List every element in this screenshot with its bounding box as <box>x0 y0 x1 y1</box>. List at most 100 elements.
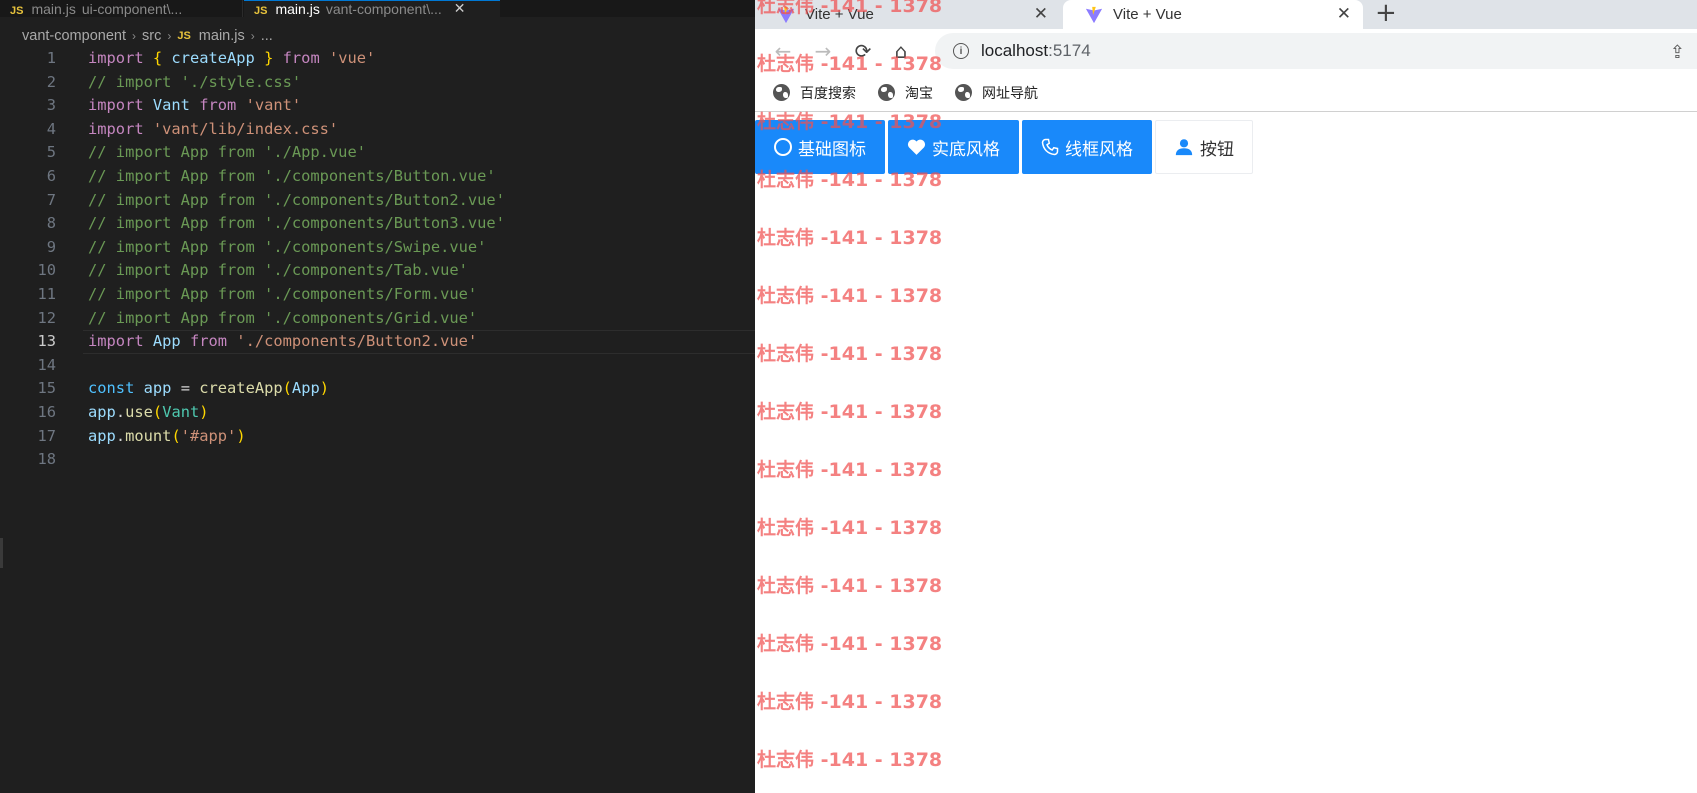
code-token: Vant <box>162 402 200 421</box>
code-token: // import App from './components/Button3… <box>88 214 505 233</box>
code-token: mount <box>125 426 172 445</box>
bookmark-item[interactable]: 淘宝 <box>878 83 933 103</box>
code-line[interactable]: 17 app.mount('#app') <box>0 425 755 449</box>
browser-toolbar: ← → ⟳ ⌂ i localhost:5174 ⇪ <box>755 29 1697 74</box>
button-label: 按钮 <box>1200 139 1234 160</box>
code-text: app.mount('#app') <box>88 425 246 449</box>
editor-tab-file: main.js <box>275 1 320 17</box>
close-icon[interactable]: ✕ <box>1034 4 1048 24</box>
breadcrumb-item[interactable]: src <box>142 28 161 44</box>
code-token: = <box>171 379 200 398</box>
code-token: app <box>88 402 116 421</box>
code-text: // import './style.css' <box>88 71 301 95</box>
code-token: // import App from './components/Button.… <box>88 166 496 185</box>
code-token: app <box>143 379 172 398</box>
url-text: localhost:5174 <box>981 41 1091 60</box>
bookmark-item[interactable]: 网址导航 <box>955 83 1038 103</box>
browser-tab[interactable]: Vite + Vue ✕ <box>755 0 1060 29</box>
editor-tab-main-js-ui[interactable]: JS main.js ui-component\... <box>0 0 243 17</box>
bookmarks-bar: 百度搜索 淘宝 网址导航 <box>755 74 1697 112</box>
line-number: 17 <box>37 426 56 445</box>
user-button[interactable]: 按钮 <box>1155 120 1253 174</box>
code-line[interactable]: 5 // import App from './App.vue' <box>0 141 755 165</box>
code-text: // import App from './components/Form.vu… <box>88 283 477 307</box>
breadcrumb-item[interactable]: main.js <box>199 28 245 44</box>
breadcrumb-item[interactable]: vant-component <box>22 28 126 44</box>
code-line[interactable]: 14 <box>0 354 755 378</box>
code-token: // import App from './components/Swipe.v… <box>88 237 487 256</box>
editor-tab-main-js-vant[interactable]: JS main.js vant-component\... ✕ <box>244 0 500 17</box>
line-number: 1 <box>46 49 56 67</box>
circle-icon <box>774 138 792 156</box>
editor-tab-folder: ui-component\... <box>81 1 183 17</box>
share-icon[interactable]: ⇪ <box>1670 42 1685 63</box>
code-line[interactable]: 4 import 'vant/lib/index.css' <box>0 118 755 142</box>
line-number: 7 <box>46 190 56 209</box>
globe-icon <box>955 84 972 101</box>
code-line[interactable]: 2 // import './style.css' <box>0 71 755 95</box>
code-line[interactable]: 18 <box>0 448 755 472</box>
outline-style-button[interactable]: 线框风格 <box>1022 120 1152 174</box>
code-text: import App from './components/Button2.vu… <box>88 330 477 354</box>
code-token: . <box>115 426 126 445</box>
code-token: from <box>180 332 237 351</box>
code-token: import <box>88 119 153 138</box>
back-arrow-icon[interactable]: ← <box>771 39 795 63</box>
code-line[interactable]: 1 import { createApp } from 'vue' <box>0 47 755 71</box>
info-icon[interactable]: i <box>953 43 969 59</box>
js-file-icon: JS <box>10 5 24 17</box>
new-tab-icon[interactable]: + <box>1375 0 1397 28</box>
reload-icon[interactable]: ⟳ <box>851 39 875 63</box>
code-line[interactable]: 8 // import App from './components/Button… <box>0 212 755 236</box>
close-icon[interactable]: ✕ <box>1337 4 1351 24</box>
home-icon[interactable]: ⌂ <box>889 39 913 63</box>
code-token: const <box>88 379 144 398</box>
code-line[interactable]: 6 // import App from './components/Button… <box>0 165 755 189</box>
code-token: // import App from './components/Grid.vu… <box>88 308 478 327</box>
scrollbar[interactable] <box>0 538 3 568</box>
code-line[interactable]: 12 // import App from './components/Grid.… <box>0 307 755 331</box>
js-file-icon: JS <box>254 5 268 17</box>
line-number: 10 <box>37 261 56 280</box>
code-text: // import App from './App.vue' <box>88 141 366 165</box>
forward-arrow-icon[interactable]: → <box>811 39 835 63</box>
code-line[interactable]: 9 // import App from './components/Swipe.… <box>0 236 755 260</box>
breadcrumb: vant-component › src › JS main.js › ... <box>22 26 273 46</box>
browser-tab-active[interactable]: Vite + Vue ✕ <box>1063 0 1363 29</box>
code-line[interactable]: 15 const app = createApp(App) <box>0 377 755 401</box>
code-token: . <box>115 402 126 421</box>
code-token: ( <box>152 402 163 421</box>
code-line[interactable]: 16 app.use(Vant) <box>0 401 755 425</box>
code-token: 'vant' <box>245 96 302 115</box>
globe-icon <box>878 84 895 101</box>
code-token: 'vue' <box>328 49 376 67</box>
code-text: // import App from './components/Tab.vue… <box>88 259 468 283</box>
code-line[interactable]: 10 // import App from './components/Tab.v… <box>0 259 755 283</box>
code-area[interactable]: 1 import { createApp } from 'vue' 2 // impo… <box>0 47 755 472</box>
solid-style-button[interactable]: 实底风格 <box>888 120 1019 174</box>
line-number: 5 <box>46 143 56 162</box>
code-line[interactable]: 11 // import App from './components/Form.… <box>0 283 755 307</box>
browser-tab-strip: Vite + Vue ✕ Vite + Vue ✕ + <box>755 0 1697 29</box>
line-number: 15 <box>37 379 56 398</box>
code-line[interactable]: 7 // import App from './components/Button… <box>0 189 755 213</box>
code-line[interactable]: 3 import Vant from 'vant' <box>0 94 755 118</box>
editor-tab-bar: JS main.js ui-component\... JS main.js v… <box>0 0 755 17</box>
bookmark-label: 百度搜索 <box>800 85 856 102</box>
line-number: 11 <box>37 284 56 303</box>
code-line[interactable]: 13 import App from './components/Button2.… <box>0 330 755 354</box>
code-text: const app = createApp(App) <box>88 377 329 401</box>
code-token: ) <box>236 426 246 445</box>
phone-icon <box>1041 138 1059 156</box>
bookmark-item[interactable]: 百度搜索 <box>773 83 856 103</box>
address-bar[interactable]: i localhost:5174 ⇪ <box>935 33 1697 69</box>
breadcrumb-item[interactable]: ... <box>261 28 273 44</box>
line-number: 9 <box>46 237 56 256</box>
close-icon[interactable]: ✕ <box>454 1 466 17</box>
basic-icon-button[interactable]: 基础图标 <box>755 120 885 174</box>
js-file-icon: JS <box>177 30 191 42</box>
button-label: 线框风格 <box>1065 139 1133 160</box>
code-text: // import App from './components/Button2… <box>88 189 505 213</box>
code-token: './components/Button2.vue' <box>236 332 478 351</box>
code-token: Vant <box>152 96 190 115</box>
